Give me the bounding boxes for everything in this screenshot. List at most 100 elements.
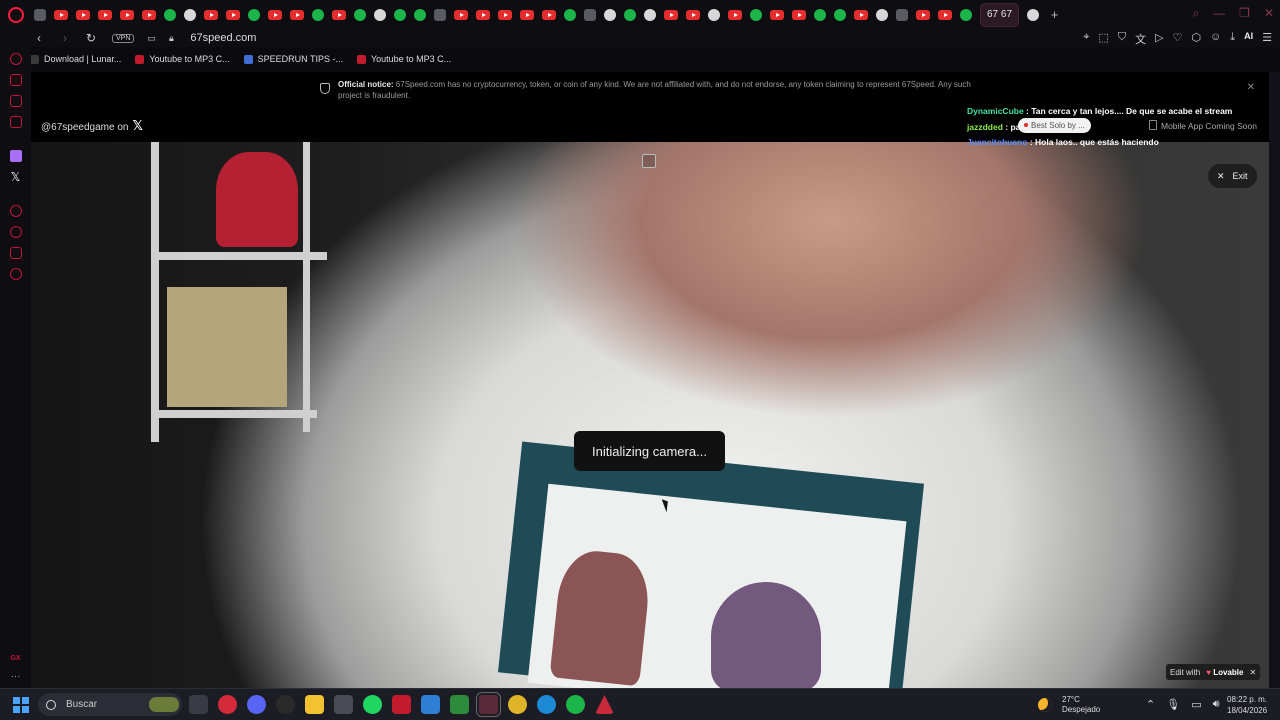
tab-youtube-icon[interactable] [268,9,282,20]
app-icon[interactable] [276,695,295,714]
tab-youtube-icon[interactable] [54,9,68,20]
tab-settings-icon[interactable] [434,8,446,21]
expand-icon[interactable] [642,154,656,168]
extensions-icon[interactable]: ⬡ [1191,31,1201,47]
tab-speedrun-icon[interactable] [750,8,762,21]
chat-username[interactable]: DynamicCube [967,106,1024,116]
sidebar-chat-icon[interactable] [9,95,22,107]
translate-icon[interactable]: 文 [1135,31,1146,47]
bookmark-item[interactable]: Download | Lunar... [30,54,121,64]
tab-youtube-icon[interactable] [142,9,156,20]
twitter-handle-link[interactable]: @67speedgame on 𝕏 [41,118,143,134]
file-explorer-icon[interactable] [305,695,324,714]
shield-icon[interactable]: ⛉ [1118,31,1126,47]
tab-game-icon[interactable] [644,8,656,21]
sidebar-news-icon[interactable] [9,116,22,128]
play-icon[interactable]: ▷ [1155,31,1163,47]
sidebar-twitch-icon[interactable] [9,150,22,162]
tab-drive-icon[interactable] [312,8,324,21]
tab-youtube-icon[interactable] [98,9,112,20]
sidebar-history-icon[interactable] [9,226,22,238]
app-icon[interactable] [392,695,411,714]
tab-pinterest-icon[interactable] [854,9,868,20]
snapshot-icon[interactable]: ⬚ [1098,31,1108,47]
app-icon[interactable] [450,695,469,714]
tab-youtube-icon[interactable] [120,9,134,20]
clock[interactable]: 08:22 p. m. 18/04/2026 [1227,694,1267,716]
tab-youtube-icon[interactable] [454,9,468,20]
app-icon[interactable] [421,695,440,714]
exit-button[interactable]: ✕ Exit [1208,164,1257,188]
tab-youtube-icon[interactable] [520,9,534,20]
vpn-badge[interactable]: VPN [112,33,135,43]
sidebar-gx-icon[interactable]: GX [10,655,20,662]
tab-drive-icon[interactable] [814,8,826,21]
weather-widget[interactable]: 27°C Despejado [1038,695,1100,715]
chrome-icon[interactable] [508,695,527,714]
tab-youtube-icon[interactable] [792,9,806,20]
tab-tool-icon[interactable] [584,8,596,21]
tab-youtube-icon[interactable] [332,9,346,20]
profile-icon[interactable]: ☺ [1210,31,1221,47]
tab-chrome-icon[interactable] [876,8,888,21]
app-icon[interactable] [566,695,585,714]
tab-diamond-icon[interactable] [184,8,196,21]
close-window-icon[interactable]: ✕ [1264,6,1274,21]
lock-icon[interactable]: 🔒︎ [162,33,180,44]
tab-youtube-icon[interactable] [916,9,930,20]
sidebar-more-icon[interactable]: ··· [11,671,21,682]
reload-icon[interactable]: ↻ [82,31,100,45]
maximize-icon[interactable]: ❐ [1239,6,1250,21]
network-icon[interactable]: ▭ [1191,698,1201,711]
notice-close-icon[interactable]: ✕ [1247,82,1255,93]
app-icon[interactable] [334,695,353,714]
tab-67speed-active[interactable]: 67 67 [980,2,1020,27]
tab-image-icon[interactable] [394,8,406,21]
bookmark-item[interactable]: Youtube to MP3 C... [356,54,451,64]
discord-icon[interactable] [247,695,266,714]
tab-youtube-icon[interactable] [686,9,700,20]
tab-youtube-icon[interactable] [728,9,742,20]
lovable-close-icon[interactable]: ✕ [1249,668,1256,677]
bookmark-item[interactable]: SPEEDRUN TIPS -... [243,54,343,64]
edge-icon[interactable] [537,695,556,714]
pin-icon[interactable]: ⌖ [1083,31,1089,47]
tab-chrome-icon[interactable] [604,8,616,21]
download-icon[interactable]: ⤓ [1230,31,1235,47]
tab-image-icon[interactable] [414,8,426,21]
sidebar-extensions-icon[interactable] [9,247,22,259]
tab-drive-icon[interactable] [624,8,636,21]
microphone-icon[interactable]: 🎙︎ [1166,698,1180,711]
tab-drive-icon[interactable] [834,8,846,21]
tab-speedrun-icon[interactable] [248,8,260,21]
tab-youtube-icon[interactable] [938,9,952,20]
forward-arrow-icon[interactable]: › [56,31,74,45]
minimize-icon[interactable]: — [1213,6,1225,21]
chevron-up-icon[interactable]: ⌃ [1146,698,1155,711]
camera-icon[interactable]: ▭ [142,33,160,44]
tab-youtube-icon[interactable] [476,9,490,20]
tab-sparkle-icon[interactable] [896,8,908,21]
sidebar-bag-icon[interactable] [9,74,22,86]
tab-youtube-icon[interactable] [76,9,90,20]
sidebar-refresh-icon[interactable] [9,53,22,65]
search-tabs-icon[interactable]: ⌕ [1192,6,1199,21]
tab-youtube-icon[interactable] [226,9,240,20]
tab-diamond-icon[interactable] [374,8,386,21]
chat-username[interactable]: jazzdded [967,122,1003,132]
taskbar-search[interactable] [38,693,182,716]
chat-username[interactable]: Juancitobueno [967,137,1027,147]
lovable-badge[interactable]: Edit with ♥ Lovable ✕ [1166,664,1261,680]
task-view-icon[interactable] [189,695,208,714]
app-icon[interactable] [595,695,614,714]
volume-icon[interactable]: 🔊︎ [1213,698,1220,711]
tab-youtube-icon[interactable] [498,9,512,20]
tab-chrome-icon[interactable] [708,8,720,21]
bookmark-item[interactable]: Youtube to MP3 C... [135,54,230,64]
tab-youtube-icon[interactable] [770,9,784,20]
tab-speedrun-icon[interactable] [164,8,176,21]
tab-gallery-icon[interactable] [34,8,46,21]
tab-chrome-icon[interactable] [1027,8,1040,21]
tab-spotify-icon[interactable] [564,8,576,21]
url-field[interactable]: 67speed.com [190,32,256,44]
